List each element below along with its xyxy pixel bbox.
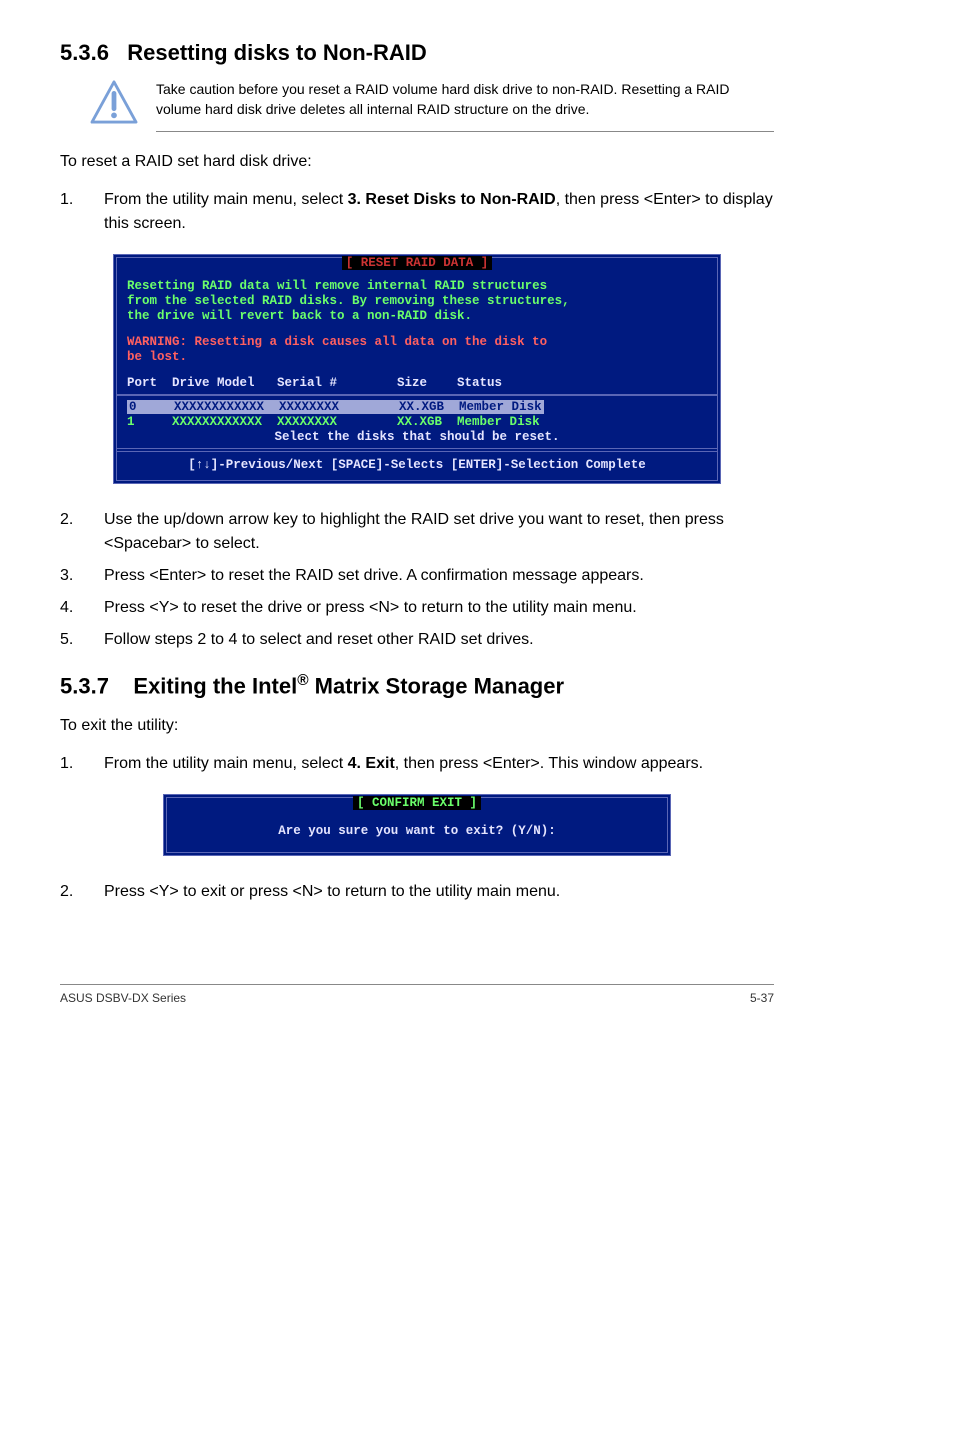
section-heading-2: 5.3.7 Exiting the Intel® Matrix Storage … [60, 672, 774, 699]
step-number: 2. [60, 880, 80, 904]
terminal-msg: Are you sure you want to exit? (Y/N): [167, 810, 667, 852]
step-number: 4. [60, 596, 80, 620]
terminal-msg: Resetting RAID data will remove internal… [127, 279, 707, 293]
step-5: 5. Follow steps 2 to 4 to select and res… [60, 628, 774, 652]
step-text: Use the up/down arrow key to highlight t… [104, 508, 774, 556]
step-2: 2. Press <Y> to exit or press <N> to ret… [60, 880, 774, 904]
terminal-msg: the drive will revert back to a non-RAID… [127, 309, 707, 323]
terminal-warning: be lost. [127, 350, 707, 364]
footer-right: 5-37 [750, 991, 774, 1005]
step-text: From the utility main menu, select 4. Ex… [104, 752, 774, 776]
section-num: 5.3.7 [60, 674, 109, 699]
reset-raid-terminal: [ RESET RAID DATA ] Resetting RAID data … [113, 254, 721, 484]
step-text: Press <Y> to exit or press <N> to return… [104, 880, 774, 904]
step-text: From the utility main menu, select 3. Re… [104, 188, 774, 236]
step-text: Press <Enter> to reset the RAID set driv… [104, 564, 774, 588]
intro-text: To reset a RAID set hard disk drive: [60, 150, 774, 174]
step-2: 2. Use the up/down arrow key to highligh… [60, 508, 774, 556]
terminal-title: [ RESET RAID DATA ] [342, 256, 493, 270]
section-num: 5.3.6 [60, 40, 109, 65]
step-number: 3. [60, 564, 80, 588]
confirm-exit-terminal: [ CONFIRM EXIT ] Are you sure you want t… [163, 794, 671, 856]
intro-text: To exit the utility: [60, 714, 774, 738]
registered-mark: ® [297, 672, 308, 689]
terminal-select-hint: Select the disks that should be reset. [127, 430, 707, 444]
step-number: 1. [60, 188, 80, 236]
terminal-title: [ CONFIRM EXIT ] [353, 796, 481, 810]
terminal-footer: [↑↓]-Previous/Next [SPACE]-Selects [ENTE… [127, 456, 707, 476]
step-4: 4. Press <Y> to reset the drive or press… [60, 596, 774, 620]
terminal-msg: from the selected RAID disks. By removin… [127, 294, 707, 308]
footer-left: ASUS DSBV-DX Series [60, 991, 186, 1005]
terminal-disk-row: 1 XXXXXXXXXXXX XXXXXXXX XX.XGB Member Di… [127, 415, 707, 429]
section-title-part: Exiting the Intel [133, 674, 297, 699]
step-number: 2. [60, 508, 80, 556]
caution-note: Take caution before you reset a RAID vol… [156, 80, 774, 132]
step-3: 3. Press <Enter> to reset the RAID set d… [60, 564, 774, 588]
step-text: Follow steps 2 to 4 to select and reset … [104, 628, 774, 652]
page-footer: ASUS DSBV-DX Series 5-37 [60, 984, 774, 1005]
terminal-disk-row: 0 XXXXXXXXXXXX XXXXXXXX XX.XGB Member Di… [127, 400, 707, 414]
section-heading-1: 5.3.6 Resetting disks to Non-RAID [60, 40, 774, 66]
step-text: Press <Y> to reset the drive or press <N… [104, 596, 774, 620]
step-number: 1. [60, 752, 80, 776]
step-number: 5. [60, 628, 80, 652]
step-1: 1. From the utility main menu, select 4.… [60, 752, 774, 776]
section-title-part: Matrix Storage Manager [309, 674, 565, 699]
terminal-header-row: Port Drive Model Serial # Size Status [127, 376, 707, 390]
terminal-warning: WARNING: Resetting a disk causes all dat… [127, 335, 707, 349]
section-title: Resetting disks to Non-RAID [127, 40, 426, 65]
caution-icon [90, 80, 138, 129]
step-1: 1. From the utility main menu, select 3.… [60, 188, 774, 236]
